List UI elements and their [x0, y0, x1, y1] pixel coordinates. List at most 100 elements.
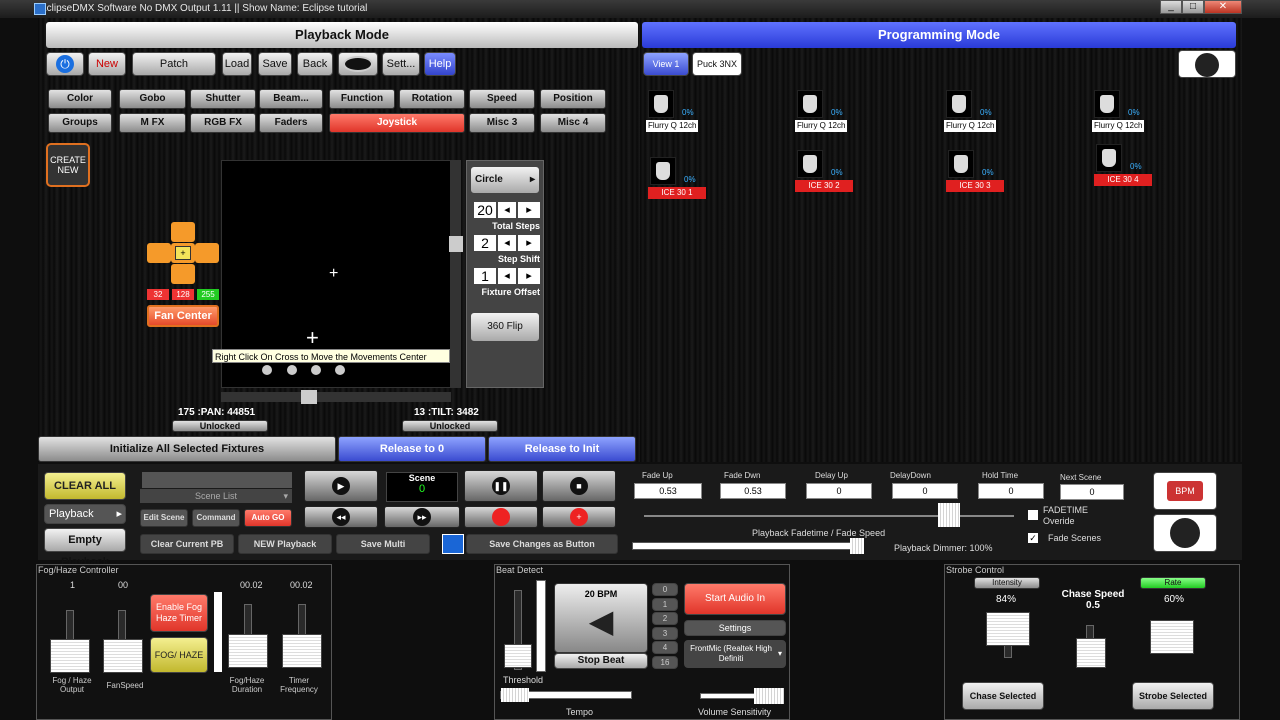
fadetime-override-checkbox[interactable]	[1028, 510, 1038, 520]
pause-button[interactable]: ❚❚	[464, 470, 538, 502]
record-button[interactable]	[464, 506, 538, 528]
logo-button-2[interactable]	[1153, 514, 1217, 552]
playback-mode-tab[interactable]: Playback Mode	[46, 22, 638, 48]
clear-all-button[interactable]: CLEAR ALL	[44, 472, 126, 500]
bpm-button[interactable]: BPM	[1153, 472, 1217, 510]
arrow-left-icon[interactable]: ◂	[498, 202, 516, 218]
fog-output-handle[interactable]	[50, 639, 90, 673]
shape-select[interactable]: Circle ▸	[470, 166, 540, 194]
fixture-tile[interactable]: 0% Flurry Q 12ch	[795, 90, 855, 138]
fixture-tile[interactable]: 0% ICE 30 4	[1094, 144, 1154, 192]
scene-list-select[interactable]: Scene List ▾	[140, 489, 292, 503]
fade-speed-handle[interactable]	[938, 503, 960, 527]
clear-current-pb-button[interactable]: Clear Current PB	[140, 534, 234, 554]
fog-haze-button[interactable]: FOG/ HAZE	[150, 637, 208, 673]
pan-slider[interactable]	[221, 390, 451, 404]
category-function[interactable]: Function	[329, 89, 395, 109]
fan-left-button[interactable]	[147, 243, 171, 263]
tilt-unlocked-button[interactable]: Unlocked	[402, 420, 498, 432]
forward-button[interactable]: ▸▸	[384, 506, 460, 528]
tilt-slider[interactable]	[449, 160, 463, 388]
save-multi-button[interactable]: Save Multi	[336, 534, 430, 554]
movement-cross-1[interactable]: +	[329, 265, 338, 283]
create-new-button[interactable]: CREATE NEW	[46, 143, 90, 187]
category-rotation[interactable]: Rotation	[399, 89, 465, 109]
beat-settings-button[interactable]: Settings	[684, 620, 786, 636]
release-zero-button[interactable]: Release to 0	[338, 436, 486, 462]
help-button[interactable]: Help	[424, 52, 456, 76]
back-button[interactable]: Back	[297, 52, 333, 76]
enable-fog-timer-button[interactable]: Enable Fog Haze Timer	[150, 594, 208, 632]
fixture-tile[interactable]: 0% ICE 30 1	[648, 157, 708, 205]
auto-go-button[interactable]: Auto GO	[244, 509, 292, 527]
fade-scenes-checkbox[interactable]: ✓	[1028, 533, 1038, 543]
fade-down-input[interactable]: 0.53	[720, 483, 786, 499]
hold-time-input[interactable]: 0	[978, 483, 1044, 499]
arrow-right-icon[interactable]: ▸	[518, 235, 540, 251]
stop-beat-button[interactable]: Stop Beat	[554, 653, 648, 669]
fog-duration-handle[interactable]	[228, 634, 268, 668]
target-button[interactable]: +	[542, 506, 616, 528]
category-joystick[interactable]: Joystick	[329, 113, 465, 133]
arrow-left-icon[interactable]: ◂	[498, 268, 516, 284]
chase-speed-handle[interactable]	[1076, 638, 1106, 668]
save-changes-button[interactable]: Save Changes as Button	[466, 534, 618, 554]
fan-speed-handle[interactable]	[103, 639, 143, 673]
dimmer-handle[interactable]	[850, 538, 864, 554]
beat-division-button[interactable]: 2	[652, 612, 678, 625]
volume-handle[interactable]	[754, 688, 784, 704]
fan-center-pad[interactable]: +	[171, 243, 195, 263]
beat-division-button[interactable]: 0	[652, 583, 678, 596]
category-faders[interactable]: Faders	[259, 113, 323, 133]
new-button[interactable]: New	[88, 52, 126, 76]
floppy-icon[interactable]	[442, 534, 464, 554]
logo-button[interactable]	[1178, 50, 1236, 78]
flip-button[interactable]: 360 Flip	[470, 312, 540, 342]
category-misc-4[interactable]: Misc 4	[540, 113, 606, 133]
arrow-right-icon[interactable]: ▸	[518, 202, 540, 218]
category-color[interactable]: Color	[48, 89, 112, 109]
empty-playback-button[interactable]: Empty Playback	[44, 528, 126, 568]
step-shift-value[interactable]: 2	[474, 235, 496, 251]
category-speed[interactable]: Speed	[469, 89, 535, 109]
category-position[interactable]: Position	[540, 89, 606, 109]
rate-handle[interactable]	[1150, 620, 1194, 654]
beat-division-button[interactable]: 4	[652, 641, 678, 654]
category-shutter[interactable]: Shutter	[190, 89, 256, 109]
delay-up-input[interactable]: 0	[806, 483, 872, 499]
audio-device-select[interactable]: FrontMic (Realtek High Definiti ▾	[684, 640, 786, 668]
fan-up-button[interactable]	[171, 222, 195, 242]
strobe-selected-button[interactable]: Strobe Selected	[1132, 682, 1214, 710]
new-playback-button[interactable]: NEW Playback	[238, 534, 332, 554]
command-button[interactable]: Command	[192, 509, 240, 527]
settings-button[interactable]: Sett...	[382, 52, 420, 76]
playback-select[interactable]: Playback ▸	[44, 504, 126, 524]
beat-division-button[interactable]: 1	[652, 597, 678, 611]
rate-button[interactable]: Rate	[1140, 577, 1206, 589]
rewind-button[interactable]: ◂◂	[304, 506, 378, 528]
fixture-tile[interactable]: 0% Flurry Q 12ch	[1092, 90, 1152, 138]
tilt-slider-handle[interactable]	[449, 236, 463, 252]
category-misc-3[interactable]: Misc 3	[469, 113, 535, 133]
beat-division-button[interactable]: 16	[652, 655, 678, 669]
patch-button[interactable]: Patch	[132, 52, 216, 76]
delay-down-input[interactable]: 0	[892, 483, 958, 499]
dimmer-slider[interactable]	[632, 542, 864, 550]
fan-right-button[interactable]	[195, 243, 219, 263]
category-rgb-fx[interactable]: RGB FX	[190, 113, 256, 133]
fixture-offset-value[interactable]: 1	[474, 268, 496, 284]
load-button[interactable]: Load	[222, 52, 252, 76]
start-audio-button[interactable]: Start Audio In	[684, 583, 786, 615]
total-steps-value[interactable]: 20	[474, 202, 496, 218]
category-m-fx[interactable]: M FX	[119, 113, 186, 133]
threshold-handle[interactable]	[504, 644, 532, 668]
chase-selected-button[interactable]: Chase Selected	[962, 682, 1044, 710]
stop-button[interactable]: ■	[542, 470, 616, 502]
fixture-tile[interactable]: 0% Flurry Q 12ch	[944, 90, 1004, 138]
save-button[interactable]: Save	[258, 52, 292, 76]
arrow-right-icon[interactable]: ▸	[518, 268, 540, 284]
fixture-tile[interactable]: 0% ICE 30 3	[946, 150, 1006, 198]
pan-slider-handle[interactable]	[301, 390, 317, 404]
intensity-button[interactable]: Intensity	[974, 577, 1040, 589]
pan-unlocked-button[interactable]: Unlocked	[172, 420, 268, 432]
